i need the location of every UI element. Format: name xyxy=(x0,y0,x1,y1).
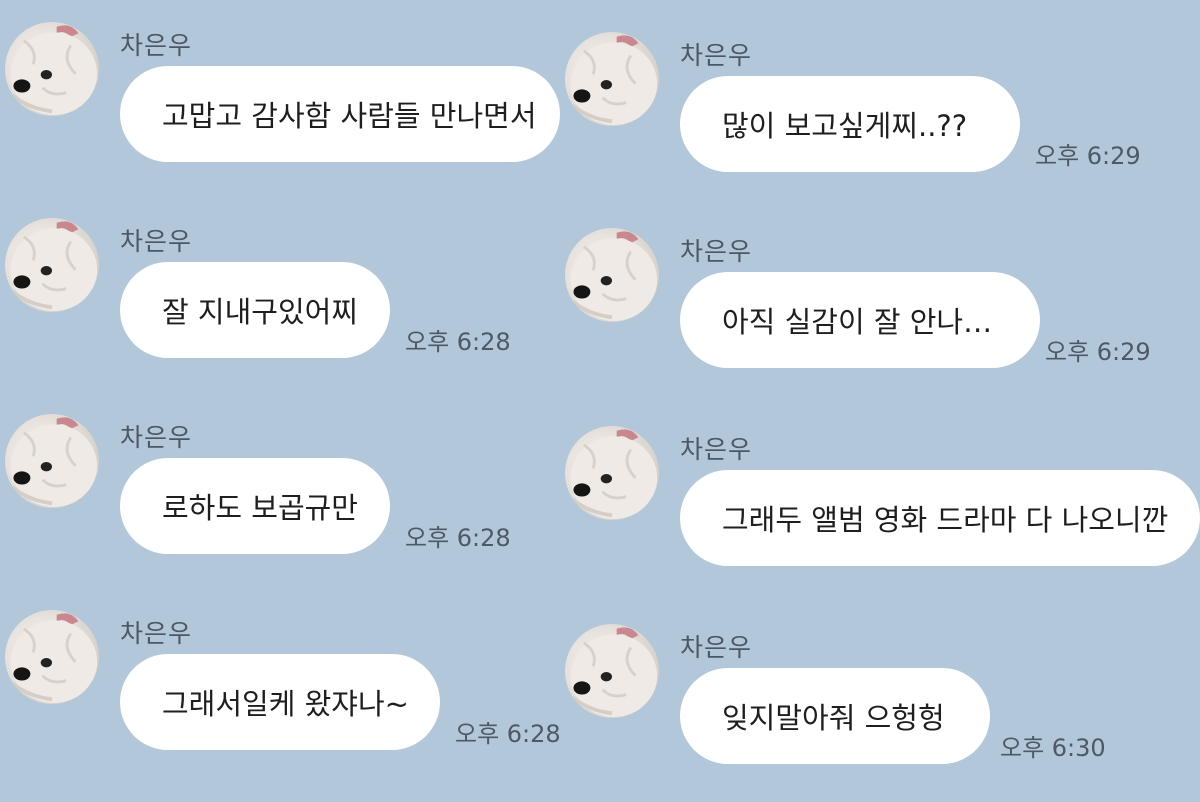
message-timestamp: 오후 6:29 xyxy=(1045,338,1151,366)
chat-column-left: 차은우 고맙고 감사함 사람들 만나면서 차은우 잘 지내구있어찌 오후 6:2… xyxy=(0,0,561,800)
sender-avatar[interactable] xyxy=(565,624,659,718)
chat-message: 차은우 로하도 보곱규만 오후 6:28 xyxy=(0,392,560,592)
message-timestamp: 오후 6:29 xyxy=(1035,142,1141,170)
sender-avatar[interactable] xyxy=(5,414,99,508)
puppy-avatar-icon xyxy=(10,25,98,116)
chat-message: 차은우 아직 실감이 잘 안나… 오후 6:29 xyxy=(560,206,1200,406)
sender-avatar[interactable] xyxy=(5,22,99,116)
puppy-avatar-icon xyxy=(570,231,658,322)
puppy-avatar-icon xyxy=(570,429,658,520)
message-timestamp: 오후 6:28 xyxy=(405,524,511,552)
sender-avatar[interactable] xyxy=(5,218,99,312)
sender-name: 차은우 xyxy=(120,619,193,648)
message-timestamp: 오후 6:28 xyxy=(405,328,511,356)
sender-name: 차은우 xyxy=(120,423,193,452)
sender-avatar[interactable] xyxy=(565,426,659,520)
sender-name: 차은우 xyxy=(120,31,193,60)
chat-message: 차은우 잊지말아줘 으헝헝 오후 6:30 xyxy=(560,602,1200,802)
puppy-avatar-icon xyxy=(10,613,98,704)
puppy-avatar-icon xyxy=(10,417,98,508)
message-bubble[interactable]: 그래서일케 왔쟈나~ xyxy=(120,654,440,750)
message-timestamp: 오후 6:30 xyxy=(1000,734,1106,762)
sender-avatar[interactable] xyxy=(565,228,659,322)
sender-name: 차은우 xyxy=(680,237,753,266)
sender-name: 차은우 xyxy=(680,41,753,70)
message-bubble[interactable]: 잘 지내구있어찌 xyxy=(120,262,390,358)
message-bubble[interactable]: 그래두 앨범 영화 드라마 다 나오니깐 xyxy=(680,470,1200,566)
sender-avatar[interactable] xyxy=(5,610,99,704)
message-timestamp: 오후 6:28 xyxy=(455,720,561,748)
chat-message: 차은우 잘 지내구있어찌 오후 6:28 xyxy=(0,196,560,396)
chat-column-right: 차은우 많이 보고싶게찌..?? 오후 6:29 차은우 아직 실감이 잘 안나… xyxy=(560,0,1200,800)
sender-avatar[interactable] xyxy=(565,32,659,126)
sender-name: 차은우 xyxy=(680,435,753,464)
message-bubble[interactable]: 로하도 보곱규만 xyxy=(120,458,390,554)
message-bubble[interactable]: 많이 보고싶게찌..?? xyxy=(680,76,1020,172)
chat-message: 차은우 많이 보고싶게찌..?? 오후 6:29 xyxy=(560,10,1200,210)
puppy-avatar-icon xyxy=(10,221,98,312)
puppy-avatar-icon xyxy=(570,35,658,126)
sender-name: 차은우 xyxy=(680,633,753,662)
sender-name: 차은우 xyxy=(120,227,193,256)
message-bubble[interactable]: 고맙고 감사함 사람들 만나면서 xyxy=(120,66,560,162)
chat-message: 차은우 그래서일케 왔쟈나~ 오후 6:28 xyxy=(0,588,561,788)
puppy-avatar-icon xyxy=(570,627,658,718)
message-bubble[interactable]: 잊지말아줘 으헝헝 xyxy=(680,668,990,764)
chat-message: 차은우 고맙고 감사함 사람들 만나면서 xyxy=(0,0,560,200)
message-bubble[interactable]: 아직 실감이 잘 안나… xyxy=(680,272,1040,368)
chat-message: 차은우 그래두 앨범 영화 드라마 다 나오니깐 xyxy=(560,404,1200,604)
